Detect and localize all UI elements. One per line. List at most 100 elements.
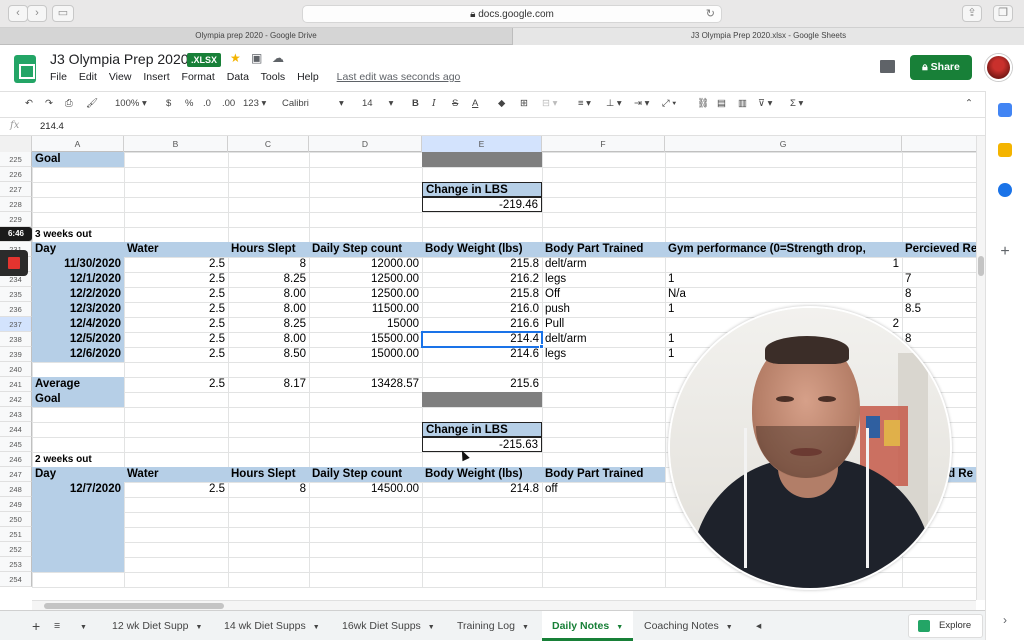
perceived-cell[interactable]: 8 <box>902 287 976 302</box>
hours-cell[interactable]: 8 <box>228 257 309 272</box>
row-header[interactable]: 235 <box>0 287 32 302</box>
tab-14-wk-diet-supps[interactable]: 14 wk Diet Supps ▼ <box>214 611 330 641</box>
row-header[interactable]: 254 <box>0 572 32 587</box>
filter-icon[interactable]: ⊽ ▾ <box>758 98 772 109</box>
row-header[interactable]: 236 <box>0 302 32 317</box>
column-header[interactable]: A <box>32 136 124 152</box>
insert-link-icon[interactable]: ⛓ <box>697 98 709 109</box>
steps-cell[interactable]: 12000.00 <box>309 257 422 272</box>
more-formats-select[interactable]: 123 ▾ <box>243 98 266 109</box>
row-header[interactable]: 245 <box>0 437 32 452</box>
header-cell-weight[interactable]: Body Weight (lbs) <box>422 242 542 257</box>
change-value-cell[interactable]: -219.46 <box>422 197 542 212</box>
vertical-scroll-thumb[interactable] <box>978 256 984 276</box>
row-header[interactable]: 246 <box>0 452 32 467</box>
hours-cell[interactable]: 8.00 <box>228 302 309 317</box>
row-header[interactable]: 242 <box>0 392 32 407</box>
menu-edit[interactable]: Edit <box>79 71 97 83</box>
zoom-select[interactable]: 100% ▾ <box>115 98 147 109</box>
hours-cell[interactable]: 8.00 <box>228 332 309 347</box>
water-cell[interactable]: 2.5 <box>124 317 228 332</box>
collapse-toolbar-icon[interactable]: ⌃ <box>965 98 973 109</box>
insert-comment-icon[interactable]: ▤ <box>717 98 726 109</box>
insert-chart-icon[interactable]: ▥ <box>738 98 747 109</box>
part-cell[interactable]: delt/arm <box>542 332 665 347</box>
day-cell[interactable]: 12/7/2020 <box>32 482 124 497</box>
horizontal-align-icon[interactable]: ≡ ▾ <box>578 98 591 109</box>
avatar[interactable] <box>985 54 1012 81</box>
tasks-icon[interactable] <box>998 183 1012 197</box>
row-header[interactable]: 248 <box>0 482 32 497</box>
row-header[interactable]: 226 <box>0 167 32 182</box>
star-icon[interactable]: ★ <box>230 51 241 65</box>
formula-bar[interactable]: fx 214.4 <box>0 118 985 136</box>
row-header[interactable]: 239 <box>0 347 32 362</box>
reload-icon[interactable]: ↻ <box>706 6 715 23</box>
day-cell[interactable]: 12/5/2020 <box>32 332 124 347</box>
menu-format[interactable]: Format <box>182 71 215 83</box>
water-cell[interactable]: 2.5 <box>124 347 228 362</box>
move-folder-icon[interactable]: ▣ <box>251 51 262 65</box>
address-bar[interactable]: 🔒︎ docs.google.com ↻ <box>302 5 722 23</box>
water-cell[interactable]: 2.5 <box>124 257 228 272</box>
calendar-icon[interactable] <box>998 103 1012 117</box>
undo-icon[interactable]: ↶ <box>25 98 33 109</box>
row-header[interactable]: 243 <box>0 407 32 422</box>
hours-cell[interactable]: 8.25 <box>228 317 309 332</box>
menu-insert[interactable]: Insert <box>143 71 169 83</box>
paint-format-icon[interactable]: 🖌︎ <box>86 98 98 109</box>
goal-label-cell[interactable]: Goal <box>32 152 124 167</box>
column-header[interactable] <box>902 136 976 152</box>
average-water-cell[interactable]: 2.5 <box>124 377 228 392</box>
menu-file[interactable]: File <box>50 71 67 83</box>
browser-tab-sheets[interactable]: J3 Olympia Prep 2020.xlsx - Google Sheet… <box>512 28 1024 45</box>
gym-cell[interactable]: 1 <box>665 272 902 287</box>
weight-cell[interactable]: 216.6 <box>422 317 542 332</box>
row-header[interactable]: 251 <box>0 527 32 542</box>
goal-cell[interactable] <box>422 152 542 167</box>
row-header[interactable]: 241 <box>0 377 32 392</box>
gym-cell[interactable]: N/a <box>665 287 902 302</box>
day-cell[interactable]: 12/2/2020 <box>32 287 124 302</box>
text-color-button[interactable]: A <box>472 98 478 109</box>
goal-label-cell[interactable]: Goal <box>32 392 124 407</box>
horizontal-scrollbar[interactable] <box>32 600 976 610</box>
all-sheets-icon[interactable]: ≡ <box>50 611 64 641</box>
weight-cell[interactable]: 214.6 <box>422 347 542 362</box>
select-all-corner[interactable] <box>0 136 32 152</box>
day-cell[interactable]: 11/30/2020 <box>32 257 124 272</box>
part-cell[interactable]: legs <box>542 347 665 362</box>
header-cell-steps[interactable]: Daily Step count <box>309 467 422 482</box>
forward-button[interactable]: › <box>27 5 47 22</box>
steps-cell[interactable]: 14500.00 <box>309 482 422 497</box>
tab-daily-notes[interactable]: Daily Notes ▼ <box>542 611 634 641</box>
day-cell[interactable]: 12/1/2020 <box>32 272 124 287</box>
hours-cell[interactable]: 8.50 <box>228 347 309 362</box>
gym-cell[interactable]: 1 <box>665 257 902 272</box>
column-header[interactable]: C <box>228 136 309 152</box>
header-cell-hours[interactable]: Hours Slept <box>228 242 309 257</box>
average-hours-cell[interactable]: 8.17 <box>228 377 309 392</box>
scroll-tabs-left-icon[interactable]: ◂ <box>750 611 767 641</box>
header-cell-day[interactable]: Day <box>32 467 124 482</box>
change-value-cell[interactable]: -215.63 <box>422 437 542 452</box>
bold-button[interactable]: B <box>412 98 419 109</box>
part-cell[interactable]: legs <box>542 272 665 287</box>
day-cell[interactable] <box>32 542 124 557</box>
row-header[interactable]: 249 <box>0 497 32 512</box>
strikethrough-button[interactable]: S <box>452 98 458 109</box>
vertical-align-icon[interactable]: ⊥ ▾ <box>606 98 622 109</box>
steps-cell[interactable]: 15000 <box>309 317 422 332</box>
day-cell[interactable]: 12/4/2020 <box>32 317 124 332</box>
day-cell[interactable] <box>32 527 124 542</box>
header-cell-part[interactable]: Body Part Trained <box>542 467 665 482</box>
share-sheet-button[interactable]: ⇪ <box>962 5 982 22</box>
row-header[interactable]: 228 <box>0 197 32 212</box>
last-edit-link[interactable]: Last edit was seconds ago <box>337 71 461 83</box>
menu-view[interactable]: View <box>109 71 132 83</box>
cell-selection[interactable] <box>421 331 543 348</box>
tab-overview-button[interactable]: ❐ <box>993 5 1013 22</box>
comment-history-icon[interactable] <box>880 60 895 73</box>
part-cell[interactable]: off <box>542 482 665 497</box>
day-cell[interactable] <box>32 512 124 527</box>
